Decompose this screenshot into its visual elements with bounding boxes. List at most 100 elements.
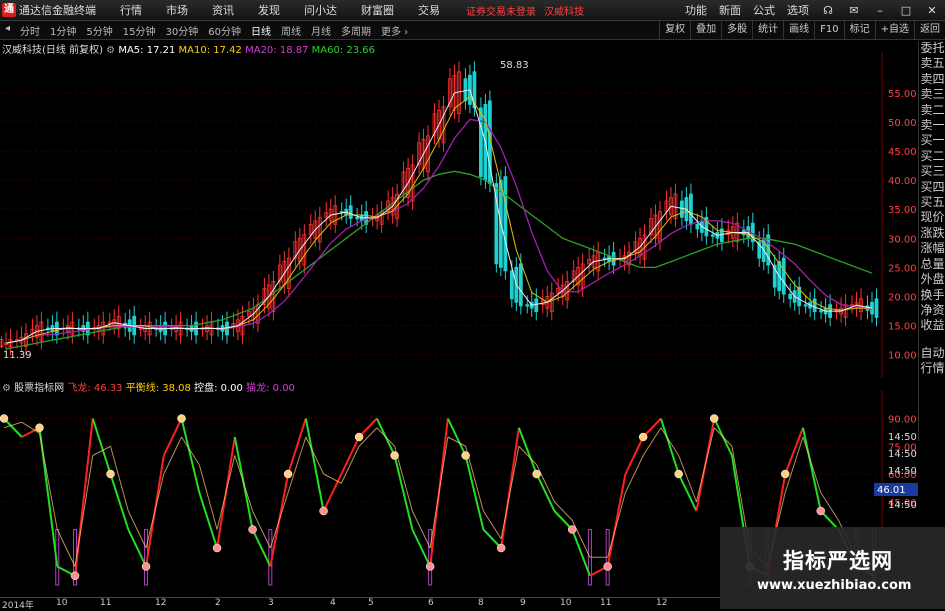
support-icon[interactable]: ☊ — [815, 4, 841, 17]
tab-monthly[interactable]: 月线 — [306, 23, 336, 38]
tab-30min[interactable]: 30分钟 — [161, 23, 204, 38]
tab-intraday[interactable]: 分时 — [15, 23, 45, 38]
price-tick-label: 40.00 — [888, 176, 917, 187]
stock-name-top: 汉威科技 — [544, 6, 584, 18]
tab-1min[interactable]: 1分钟 — [45, 23, 81, 38]
tab-daily[interactable]: 日线 — [246, 23, 276, 38]
pingheng-segment — [376, 427, 395, 447]
restore-rights-button[interactable]: 复权 — [659, 21, 690, 39]
indicator-marker — [461, 451, 470, 460]
date-tick-label: 2014年 — [2, 601, 34, 611]
menu-wealth[interactable]: 财富圈 — [349, 2, 406, 18]
time-tick-label: 14:50 — [888, 449, 917, 460]
feilong-segment — [304, 418, 325, 512]
side-panel-item[interactable]: 净资 — [919, 303, 945, 318]
main-menu: 行情 市场 资讯 发现 问小达 财富圈 交易 — [108, 2, 452, 18]
draw-line-button[interactable]: 画线 — [783, 21, 814, 39]
pingheng-segment — [39, 433, 58, 530]
time-tick-label: 14:50 — [888, 466, 917, 477]
add-watchlist-button[interactable]: +自选 — [874, 21, 914, 39]
candle-body — [525, 304, 530, 307]
side-panel-item[interactable]: 卖一 — [919, 118, 945, 133]
date-tick-label: 12 — [155, 598, 167, 608]
tab-5min[interactable]: 5分钟 — [81, 23, 117, 38]
login-notice[interactable]: 证券交易未登录 — [466, 3, 536, 18]
stats-button[interactable]: 统计 — [752, 21, 783, 39]
side-panel-item[interactable]: 涨跌 — [919, 226, 945, 241]
side-panel-item[interactable]: 买二 — [919, 149, 945, 164]
back-button[interactable]: ◂ — [0, 23, 15, 38]
return-button[interactable]: 返回 — [914, 21, 945, 39]
menu-formula[interactable]: 公式 — [747, 2, 781, 18]
tab-60min[interactable]: 60分钟 — [203, 23, 246, 38]
menu-news[interactable]: 资讯 — [200, 2, 246, 18]
price-tick-label: 10.00 — [888, 351, 917, 362]
menu-market[interactable]: 市场 — [154, 2, 200, 18]
pingheng-segment — [181, 436, 200, 466]
side-panel-item[interactable]: 卖三 — [919, 87, 945, 102]
tab-15min[interactable]: 15分钟 — [118, 23, 161, 38]
candle-body — [819, 310, 824, 313]
message-icon[interactable]: ✉ — [841, 4, 867, 17]
pingheng-segment — [145, 473, 165, 549]
indicator-marker — [638, 432, 648, 442]
mark-button[interactable]: 标记 — [843, 21, 875, 39]
maximize-icon[interactable]: □ — [893, 4, 919, 17]
watermark-url: www.xuezhibiao.com — [757, 578, 912, 593]
side-panel-item[interactable]: 买三 — [919, 164, 945, 179]
indicator-marker — [70, 571, 80, 580]
indicator-marker — [354, 432, 364, 442]
tab-more[interactable]: 更多 › — [376, 23, 413, 38]
menu-quotes[interactable]: 行情 — [108, 2, 154, 18]
side-panel-item[interactable]: 自动 — [919, 346, 945, 361]
side-panel-item[interactable]: 卖二 — [919, 103, 945, 118]
menu-discover[interactable]: 发现 — [246, 2, 292, 18]
menu-new-page[interactable]: 新面 — [713, 2, 747, 18]
price-tick-label: 30.00 — [888, 234, 917, 245]
menu-ask[interactable]: 问小达 — [292, 2, 349, 18]
pingheng-segment — [802, 436, 822, 493]
candle-body — [874, 298, 879, 318]
close-icon[interactable]: ✕ — [919, 4, 945, 17]
candle-body — [788, 293, 793, 300]
side-panel-item[interactable]: 委托 — [919, 41, 945, 56]
side-panel-item[interactable]: 行情 — [919, 361, 945, 376]
tab-weekly[interactable]: 周线 — [276, 23, 306, 38]
menu-options[interactable]: 选项 — [781, 2, 815, 18]
pingheng-segment — [216, 455, 236, 530]
candle-body — [803, 304, 808, 307]
candle-body — [503, 176, 508, 272]
side-panel-item[interactable]: 外盘 — [919, 272, 945, 287]
side-panel-item[interactable]: 卖五 — [919, 56, 945, 71]
right-menu: 功能 新面 公式 选项 ☊ ✉ – □ ✕ — [679, 0, 945, 20]
side-panel-item[interactable]: 现价 — [919, 210, 945, 225]
pingheng-segment — [163, 436, 183, 475]
side-panel-item[interactable]: 收益 — [919, 318, 945, 333]
menu-function[interactable]: 功能 — [679, 2, 713, 18]
side-panel-item[interactable] — [919, 334, 945, 346]
feilong-segment — [127, 529, 147, 567]
side-panel-item[interactable]: 涨幅 — [919, 241, 945, 256]
side-panel-item[interactable]: 买五 — [919, 195, 945, 210]
multi-stock-button[interactable]: 多股 — [721, 21, 752, 39]
price-chart[interactable]: 55.00 50.00 45.00 40.00 35.00 30.00 25.00 20.00… — [0, 52, 918, 378]
menu-trade[interactable]: 交易 — [406, 2, 452, 18]
pingheng-segment — [713, 427, 733, 447]
pingheng-segment — [74, 455, 94, 567]
date-tick-label: 9 — [520, 598, 526, 608]
minimize-icon[interactable]: – — [867, 4, 893, 17]
date-tick-label: 10 — [560, 598, 572, 608]
period-tabs: ◂ 分时 1分钟 5分钟 15分钟 30分钟 60分钟 日线 周线 月线 多周期… — [0, 23, 413, 38]
pingheng-segment — [56, 529, 76, 567]
side-panel-item[interactable]: 买四 — [919, 180, 945, 195]
pingheng-segment — [695, 427, 715, 502]
feilong-segment — [464, 455, 485, 530]
side-panel-item[interactable]: 换手 — [919, 288, 945, 303]
f10-button[interactable]: F10 — [814, 21, 843, 39]
price-tick-label: 20.00 — [888, 293, 917, 304]
overlay-button[interactable]: 叠加 — [690, 21, 721, 39]
tab-multi-period[interactable]: 多周期 — [336, 23, 376, 38]
side-panel-item[interactable]: 卖四 — [919, 72, 945, 87]
side-panel-item[interactable]: 总量 — [919, 257, 945, 272]
side-panel-item[interactable]: 买一 — [919, 133, 945, 148]
